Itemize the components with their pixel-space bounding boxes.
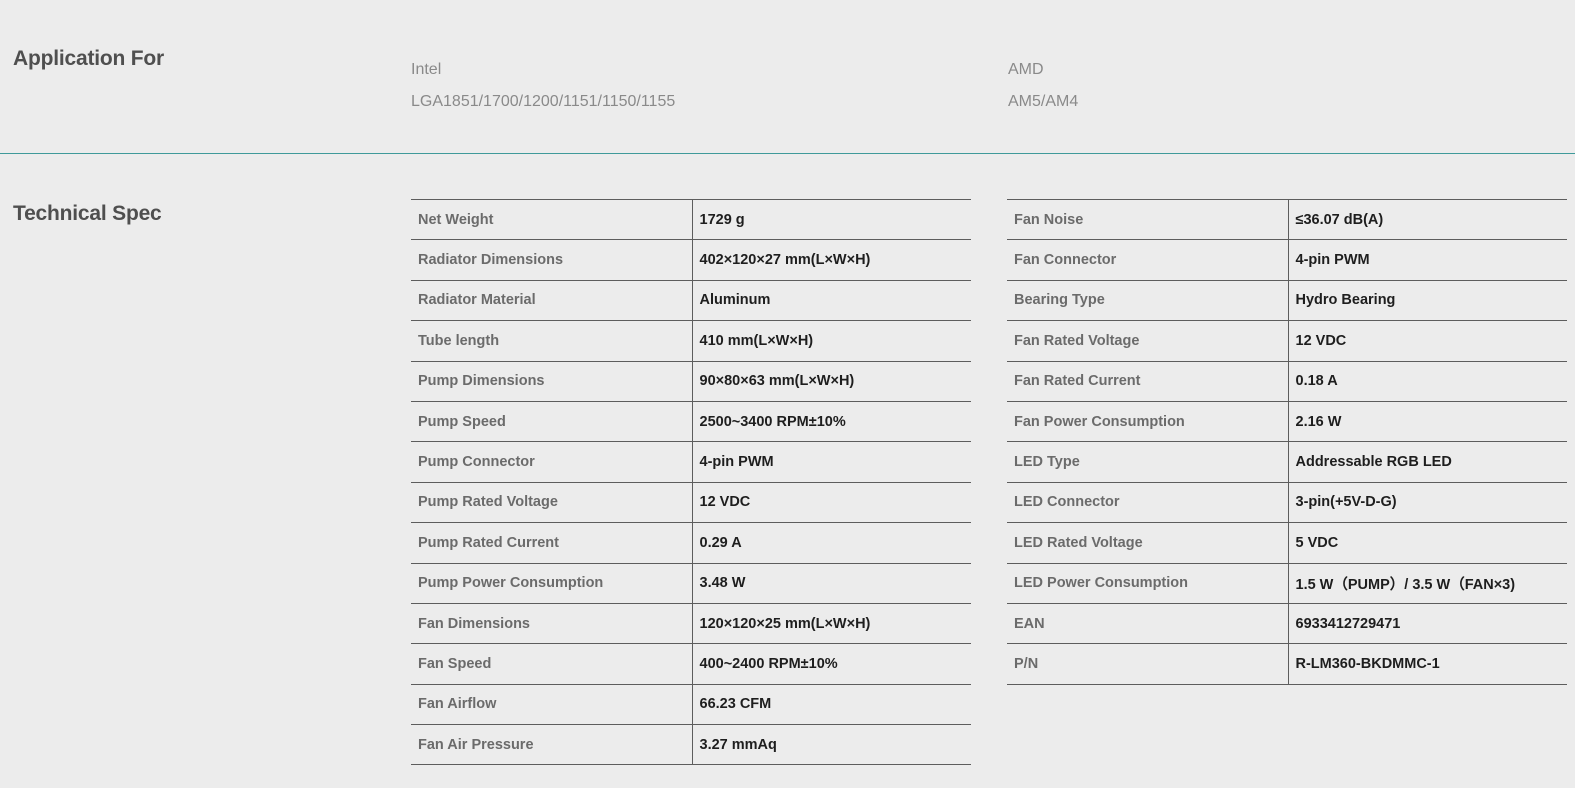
amd-sockets: AM5/AM4	[1008, 93, 1079, 110]
spec-row: Pump Rated Voltage 12 VDC	[411, 481, 971, 524]
spec-row: Radiator Material Aluminum	[411, 279, 971, 322]
spec-table-left: Net Weight 1729 g Radiator Dimensions 402×1…	[411, 198, 971, 766]
spec-label: LED Type	[1007, 441, 1288, 483]
spec-row: Pump Rated Current 0.29 A	[411, 522, 971, 564]
spec-value: R-LM360-BKDMMC-1	[1287, 643, 1567, 685]
spec-label: LED Connector	[1007, 481, 1288, 524]
spec-value: 0.18 A	[1287, 360, 1567, 402]
spec-row: Radiator Dimensions 402×120×27 mm(L×W×H)	[411, 239, 971, 281]
spec-value: ≤36.07 dB(A)	[1287, 198, 1567, 241]
spec-label: EAN	[1007, 602, 1288, 645]
spec-value: 1729 g	[691, 198, 971, 241]
spec-label: Pump Connector	[411, 441, 692, 483]
spec-label: Pump Dimensions	[411, 360, 692, 402]
spec-label: Fan Power Consumption	[1007, 400, 1288, 443]
spec-label: Radiator Dimensions	[411, 239, 692, 281]
spec-row: LED Type Addressable RGB LED	[1007, 441, 1567, 483]
spec-label: Fan Rated Current	[1007, 360, 1288, 402]
spec-value: 5 VDC	[1287, 522, 1567, 564]
spec-label: Fan Speed	[411, 643, 692, 685]
spec-value: 1.5 W（PUMP）/ 3.5 W（FAN×3)	[1287, 562, 1567, 604]
spec-label: Fan Airflow	[411, 683, 692, 726]
spec-value: 402×120×27 mm(L×W×H)	[691, 239, 971, 281]
spec-label: Fan Connector	[1007, 239, 1288, 281]
spec-row: Fan Air Pressure 3.27 mmAq	[411, 724, 971, 766]
spec-value: 12 VDC	[1287, 320, 1567, 362]
spec-row: Net Weight 1729 g	[411, 198, 971, 241]
spec-value: 3.27 mmAq	[691, 724, 971, 766]
intel-brand-label: Intel	[411, 61, 442, 78]
amd-compatibility: AMD AM5/AM4	[1008, 54, 1078, 118]
spec-label: Pump Rated Voltage	[411, 481, 692, 524]
spec-value: 400~2400 RPM±10%	[691, 643, 971, 685]
spec-value: 3-pin(+5V-D-G)	[1287, 481, 1567, 524]
spec-label: LED Rated Voltage	[1007, 522, 1288, 564]
spec-row: Fan Noise ≤36.07 dB(A)	[1007, 198, 1567, 241]
spec-row: LED Rated Voltage 5 VDC	[1007, 522, 1567, 564]
spec-row: EAN 6933412729471	[1007, 602, 1567, 645]
product-spec-page: Application For Intel LGA1851/1700/1200/…	[0, 0, 1575, 788]
spec-row: Fan Power Consumption 2.16 W	[1007, 400, 1567, 443]
spec-value: 12 VDC	[691, 481, 971, 524]
spec-label: LED Power Consumption	[1007, 562, 1288, 604]
amd-brand-label: AMD	[1008, 61, 1044, 78]
spec-row: P/N R-LM360-BKDMMC-1	[1007, 643, 1567, 685]
spec-row: Fan Airflow 66.23 CFM	[411, 683, 971, 726]
spec-row: Fan Rated Voltage 12 VDC	[1007, 320, 1567, 362]
spec-label: Radiator Material	[411, 279, 692, 322]
spec-value: 90×80×63 mm(L×W×H)	[691, 360, 971, 402]
spec-row: Bearing Type Hydro Bearing	[1007, 279, 1567, 322]
spec-row: Pump Speed 2500~3400 RPM±10%	[411, 400, 971, 443]
spec-row: Tube length 410 mm(L×W×H)	[411, 320, 971, 362]
intel-sockets: LGA1851/1700/1200/1151/1150/1155	[411, 93, 676, 110]
spec-row: Pump Connector 4-pin PWM	[411, 441, 971, 483]
spec-value: 66.23 CFM	[691, 683, 971, 726]
spec-value: Hydro Bearing	[1287, 279, 1567, 322]
spec-table-right: Fan Noise ≤36.07 dB(A) Fan Connector 4-pin …	[1007, 198, 1567, 685]
spec-label: Pump Rated Current	[411, 522, 692, 564]
spec-row: Fan Dimensions 120×120×25 mm(L×W×H)	[411, 602, 971, 645]
spec-row: LED Connector 3-pin(+5V-D-G)	[1007, 481, 1567, 524]
spec-value: 2500~3400 RPM±10%	[691, 400, 971, 443]
spec-value: 3.48 W	[691, 562, 971, 604]
spec-label: Pump Power Consumption	[411, 562, 692, 604]
spec-label: Tube length	[411, 320, 692, 362]
spec-label: Fan Noise	[1007, 198, 1288, 241]
spec-value: 0.29 A	[691, 522, 971, 564]
application-for-heading: Application For	[13, 47, 164, 70]
spec-row: LED Power Consumption 1.5 W（PUMP）/ 3.5 W（…	[1007, 562, 1567, 604]
spec-label: Fan Air Pressure	[411, 724, 692, 766]
section-divider	[0, 153, 1575, 154]
spec-value: 2.16 W	[1287, 400, 1567, 443]
spec-value: Addressable RGB LED	[1287, 441, 1567, 483]
spec-label: P/N	[1007, 643, 1288, 685]
spec-label: Net Weight	[411, 198, 692, 241]
spec-value: 410 mm(L×W×H)	[691, 320, 971, 362]
spec-row: Pump Power Consumption 3.48 W	[411, 562, 971, 604]
spec-row: Fan Speed 400~2400 RPM±10%	[411, 643, 971, 685]
spec-label: Pump Speed	[411, 400, 692, 443]
spec-value: 4-pin PWM	[1287, 239, 1567, 281]
spec-value: 6933412729471	[1287, 602, 1567, 645]
technical-spec-heading: Technical Spec	[13, 202, 162, 225]
spec-row: Fan Connector 4-pin PWM	[1007, 239, 1567, 281]
spec-label: Bearing Type	[1007, 279, 1288, 322]
spec-value: 4-pin PWM	[691, 441, 971, 483]
spec-label: Fan Dimensions	[411, 602, 692, 645]
spec-label: Fan Rated Voltage	[1007, 320, 1288, 362]
intel-compatibility: Intel LGA1851/1700/1200/1151/1150/1155	[411, 54, 675, 118]
spec-row: Pump Dimensions 90×80×63 mm(L×W×H)	[411, 360, 971, 402]
spec-value: Aluminum	[691, 279, 971, 322]
spec-value: 120×120×25 mm(L×W×H)	[691, 602, 971, 645]
spec-row: Fan Rated Current 0.18 A	[1007, 360, 1567, 402]
